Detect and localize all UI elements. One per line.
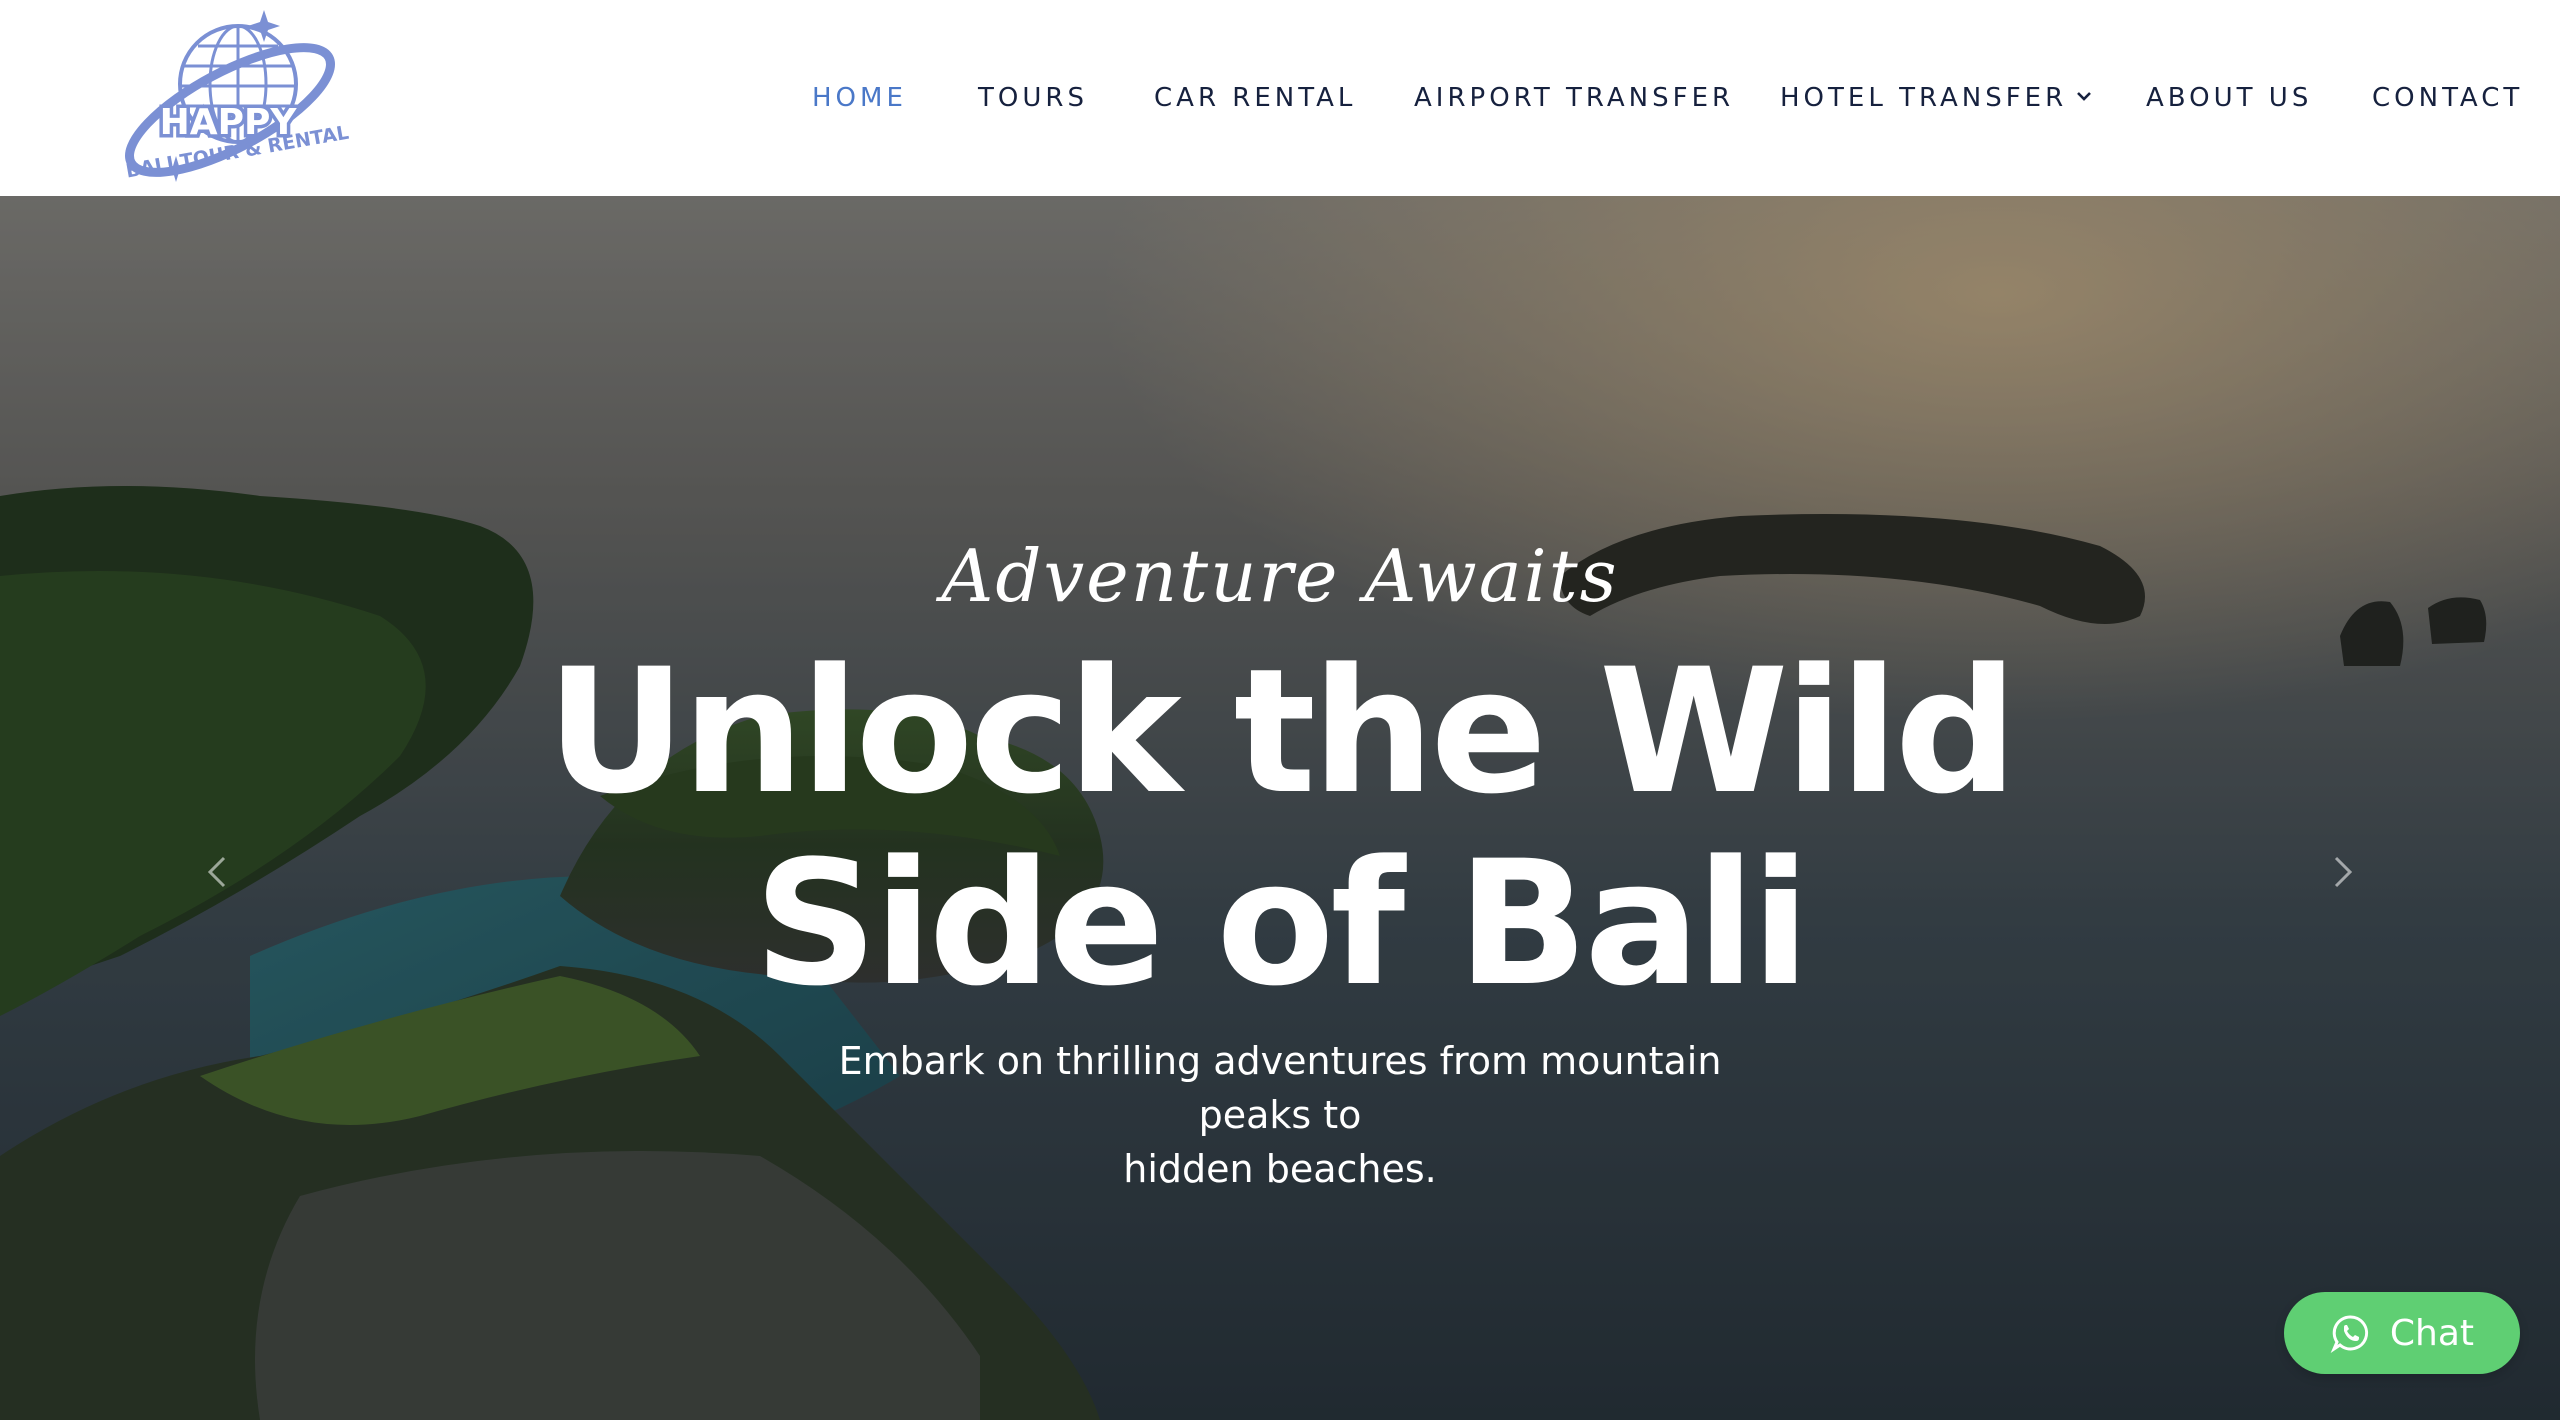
nav-about-us[interactable]: ABOUT US xyxy=(2146,80,2312,116)
chevron-down-icon xyxy=(2077,91,2092,101)
main-nav: HOME TOURS CAR RENTAL AIRPORT TRANSFER H… xyxy=(0,0,2560,196)
hero-slider: Adventure Awaits Unlock the Wild Side of… xyxy=(0,196,2560,1420)
nav-contact[interactable]: CONTACT xyxy=(2372,80,2523,116)
hero-headline: Unlock the Wild Side of Bali xyxy=(0,636,2560,1020)
chat-button[interactable]: Chat xyxy=(2284,1292,2520,1374)
hero-subtitle: Embark on thrilling adventures from moun… xyxy=(780,1034,1780,1196)
whatsapp-icon xyxy=(2330,1315,2368,1353)
nav-hotel-transfer-label: HOTEL TRANSFER xyxy=(1780,83,2068,113)
nav-home[interactable]: HOME xyxy=(812,80,907,116)
hero-subtitle-line-2: hidden beaches. xyxy=(1123,1147,1437,1191)
chevron-right-icon[interactable] xyxy=(2314,844,2370,900)
site-header: HAPPY BALI TOUR & RENTAL HOME TOURS CAR … xyxy=(0,0,2560,196)
hero-headline-line-1: Unlock the Wild xyxy=(546,631,2017,832)
chat-label: Chat xyxy=(2389,1312,2475,1354)
hero-headline-line-2: Side of Bali xyxy=(753,823,1810,1024)
hero-subtitle-line-1: Embark on thrilling adventures from moun… xyxy=(838,1039,1722,1137)
hero-tagline: Adventure Awaits xyxy=(941,534,1619,618)
nav-tours[interactable]: TOURS xyxy=(978,80,1088,116)
nav-car-rental[interactable]: CAR RENTAL xyxy=(1154,80,1356,116)
nav-airport-transfer[interactable]: AIRPORT TRANSFER xyxy=(1414,80,1734,116)
nav-hotel-transfer[interactable]: HOTEL TRANSFER xyxy=(1780,80,2095,116)
chevron-left-icon[interactable] xyxy=(190,844,246,900)
